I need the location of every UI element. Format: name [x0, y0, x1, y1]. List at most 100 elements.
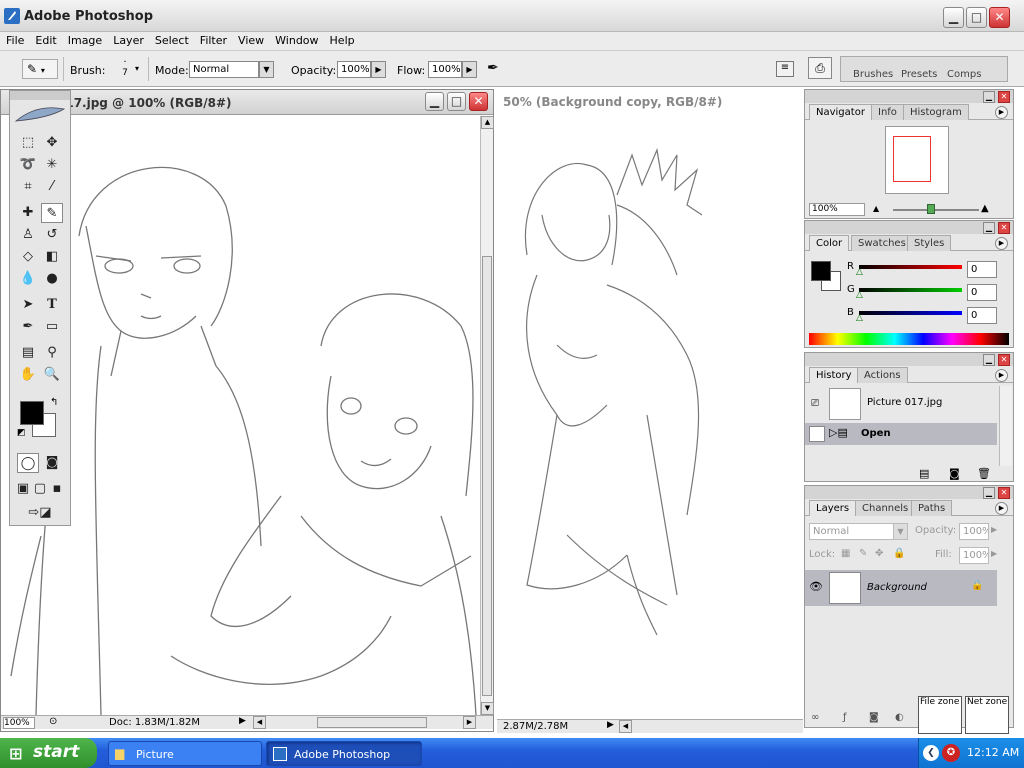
new-document-from-state-icon[interactable]: ▤	[919, 467, 929, 480]
lock-pixels-icon[interactable]: ✎	[859, 548, 867, 559]
close-button[interactable]: ✕	[989, 7, 1010, 28]
zoom-out-icon[interactable]: ▲	[873, 204, 879, 213]
eraser-tool-icon[interactable]: ◇	[17, 247, 39, 267]
tab-actions[interactable]: Actions	[857, 367, 908, 383]
clock[interactable]: 12:12 AM	[967, 746, 1019, 759]
scroll-down-button[interactable]: ▼	[481, 702, 494, 715]
history-scrollbar[interactable]	[999, 386, 1012, 466]
fill-field[interactable]: 100%	[959, 547, 989, 564]
chevron-right-icon[interactable]: ▶	[371, 61, 386, 78]
quick-mask-mode-icon[interactable]: ◙	[41, 453, 63, 473]
eye-icon[interactable]: 👁	[809, 580, 823, 593]
hand-tool-icon[interactable]: ✋	[17, 365, 39, 385]
doc-maximize-button[interactable]: □	[447, 92, 466, 111]
crop-tool-icon[interactable]: ⌗	[17, 177, 39, 197]
layer-row-background[interactable]: 👁 Background 🔒	[805, 570, 997, 606]
lock-all-icon[interactable]: 🔒	[893, 548, 905, 559]
show-hidden-icons-button[interactable]: ❮	[923, 745, 939, 761]
palette-menu-button[interactable]: ▶	[995, 106, 1008, 119]
net-zone[interactable]: Net zone	[965, 696, 1009, 734]
eyedropper-tool-icon[interactable]: ⚲	[41, 343, 63, 363]
vertical-scrollbar[interactable]: ▲ ▼	[480, 116, 494, 715]
scroll-right-button[interactable]: ▶	[463, 716, 476, 729]
color-ramp[interactable]	[809, 333, 1009, 345]
move-tool-icon[interactable]: ✥	[41, 133, 63, 153]
mode-select[interactable]: Normal	[189, 61, 259, 78]
swap-colors-icon[interactable]: ↰	[50, 397, 58, 408]
zoom-icon[interactable]: ⊙	[49, 716, 57, 727]
flow-field[interactable]: 100%	[428, 61, 462, 78]
history-brush-tool-icon[interactable]: ↺	[41, 225, 63, 245]
g-slider-thumb[interactable]: △	[856, 290, 863, 300]
well-tab-presets[interactable]: Presets	[901, 69, 937, 80]
layer-opacity-field[interactable]: 100%	[959, 523, 989, 540]
taskbar-item-photoshop[interactable]: Adobe Photoshop	[266, 741, 422, 766]
tab-channels[interactable]: Channels	[855, 500, 916, 516]
palette-menu-button[interactable]: ▶	[995, 502, 1008, 515]
palette-minimize-button[interactable]: ▁	[983, 91, 995, 103]
tab-swatches[interactable]: Swatches	[851, 235, 913, 251]
file-browser-icon[interactable]: ⎙	[808, 57, 832, 79]
history-brush-source-icon[interactable]: ⎚	[811, 398, 819, 409]
palette-close-button[interactable]: ✕	[998, 222, 1010, 234]
r-slider-thumb[interactable]: △	[856, 267, 863, 277]
zoom-field[interactable]: 100%	[3, 717, 35, 729]
menu-help[interactable]: Help	[324, 32, 360, 47]
zoom-tool-icon[interactable]: 🔍	[41, 365, 63, 385]
chevron-down-icon[interactable]: ▼	[893, 523, 908, 540]
tool-preset-picker[interactable]: ✎ ▾	[22, 59, 58, 79]
navigator-view-box[interactable]	[893, 136, 931, 182]
tab-color[interactable]: Color	[809, 235, 850, 251]
menu-image[interactable]: Image	[62, 32, 107, 47]
menu-window[interactable]: Window	[269, 32, 323, 47]
scroll-up-button[interactable]: ▲	[481, 116, 494, 129]
palette-close-button[interactable]: ✕	[998, 487, 1010, 499]
security-alert-icon[interactable]: ✪	[942, 744, 960, 762]
status-menu-arrow-2[interactable]: ▶	[607, 720, 614, 730]
toolbox-handle[interactable]	[10, 91, 70, 100]
minimize-button[interactable]: ▁	[943, 7, 964, 28]
foreground-color-swatch[interactable]	[20, 401, 44, 425]
scroll-left-button-2[interactable]: ◀	[619, 720, 632, 733]
chevron-right-icon[interactable]: ▶	[991, 525, 997, 534]
palette-menu-button[interactable]: ▶	[995, 237, 1008, 250]
scroll-left-button[interactable]: ◀	[253, 716, 266, 729]
b-value-field[interactable]: 0	[967, 307, 997, 324]
menu-select[interactable]: Select	[149, 32, 194, 47]
r-value-field[interactable]: 0	[967, 261, 997, 278]
scroll-thumb[interactable]	[482, 256, 492, 696]
magic-wand-tool-icon[interactable]: ✳	[41, 155, 63, 175]
file-zone[interactable]: File zone	[918, 696, 962, 734]
tab-layers[interactable]: Layers	[809, 500, 857, 516]
palette-minimize-button[interactable]: ▁	[983, 222, 995, 234]
tab-navigator[interactable]: Navigator	[809, 104, 872, 120]
palette-menu-icon[interactable]: ≡	[776, 61, 794, 77]
palette-close-button[interactable]: ✕	[998, 91, 1010, 103]
blend-mode-select[interactable]: Normal	[809, 523, 895, 540]
pen-tool-icon[interactable]: ✒	[17, 317, 39, 337]
history-step-row[interactable]: ▷▤ Open	[805, 423, 997, 445]
blur-tool-icon[interactable]: 💧	[17, 269, 39, 289]
palette-close-button[interactable]: ✕	[998, 354, 1010, 366]
r-slider[interactable]	[859, 265, 962, 269]
jump-to-imageready-icon[interactable]: ⇨◪	[20, 503, 60, 523]
hscroll-thumb[interactable]	[317, 717, 427, 728]
palette-menu-button[interactable]: ▶	[995, 369, 1008, 382]
color-foreground-swatch[interactable]	[811, 261, 831, 281]
sketch-canvas[interactable]	[1, 116, 479, 715]
well-tab-comps[interactable]: Comps	[947, 69, 981, 80]
gradient-tool-icon[interactable]: ◧	[41, 247, 63, 267]
airbrush-icon[interactable]: ✒	[487, 60, 509, 80]
lasso-tool-icon[interactable]: ➰	[17, 155, 39, 175]
full-screen-mode-icon[interactable]: ▪	[49, 479, 65, 499]
navigator-thumbnail[interactable]	[885, 126, 949, 194]
chevron-right-icon[interactable]: ▶	[991, 549, 997, 558]
default-colors-icon[interactable]: ◩	[17, 428, 26, 438]
tab-styles[interactable]: Styles	[907, 235, 952, 251]
maximize-button[interactable]: □	[966, 7, 987, 28]
full-screen-menu-mode-icon[interactable]: ▢	[32, 479, 48, 499]
lock-transparency-icon[interactable]: ▦	[841, 548, 850, 559]
healing-brush-tool-icon[interactable]: ✚	[17, 203, 39, 223]
tab-paths[interactable]: Paths	[911, 500, 953, 516]
palette-minimize-button[interactable]: ▁	[983, 487, 995, 499]
